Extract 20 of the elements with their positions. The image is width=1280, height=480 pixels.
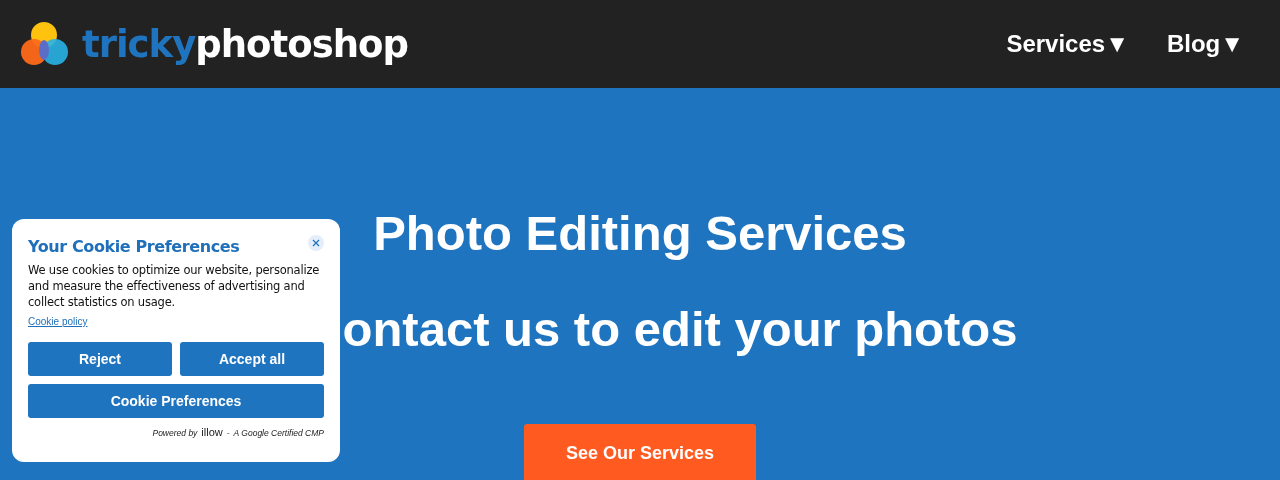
cookie-policy-link[interactable]: Cookie policy <box>28 316 88 327</box>
close-icon <box>312 239 320 247</box>
hero-title: Photo Editing Services <box>373 205 907 262</box>
services-button[interactable]: See Our Services <box>524 424 756 480</box>
close-button[interactable] <box>308 235 324 251</box>
nav-link[interactable]: Services▼ <box>1006 30 1129 58</box>
logo-text: tricky <box>82 22 196 66</box>
dialog-button[interactable]: Accept all <box>180 342 324 376</box>
logo-circles-icon <box>20 20 70 68</box>
logo-text: photoshop <box>195 22 408 66</box>
separator-text: - <box>226 428 230 438</box>
brand-name: illow <box>201 426 223 438</box>
dialog-text: We use cookies to optimize our website, personalize and measure the effectiveness of advertising and collect statistics on usage. <box>28 262 321 310</box>
certified-text: A Google Certified CMP <box>233 428 324 438</box>
powered-by-text: Powered by <box>152 428 198 438</box>
dialog-button[interactable]: Reject <box>28 342 172 376</box>
nav-link[interactable]: Blog▼ <box>1166 30 1244 58</box>
dialog-title: Your Cookie Preferences <box>28 237 241 256</box>
preferences-button[interactable]: Cookie Preferences <box>28 384 324 418</box>
hero-subtitle: ontact us to edit your photos <box>342 301 1018 358</box>
